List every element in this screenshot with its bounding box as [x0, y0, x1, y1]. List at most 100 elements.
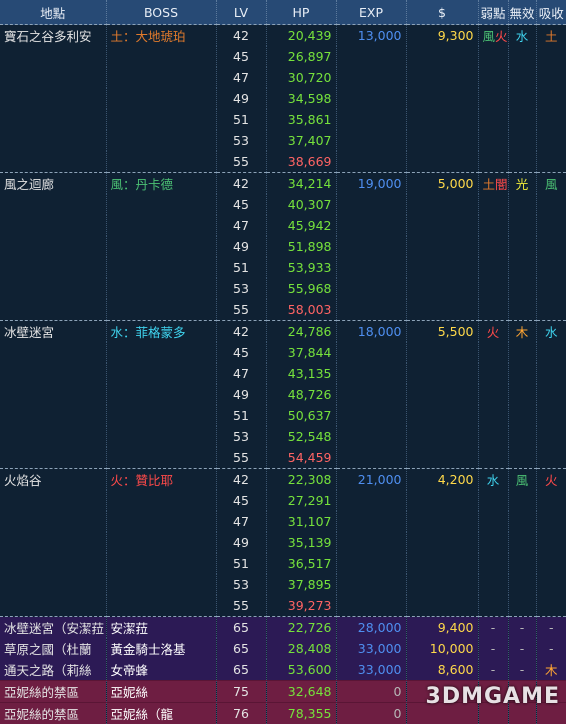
location-cell [0, 553, 106, 574]
level-cell: 42 [216, 25, 266, 47]
nullify-cell: 木 [508, 321, 536, 343]
boss-table: 地點 BOSS LV HP EXP $ 弱點 無效 吸收 寶石之谷多利安土：大地… [0, 0, 566, 724]
weakness-cell: - [478, 617, 508, 639]
absorb-cell [536, 151, 566, 173]
col-header-nullify: 無效 [508, 0, 536, 25]
level-cell: 51 [216, 109, 266, 130]
hp-cell: 26,897 [266, 46, 336, 67]
gold-cell: 9,300 [406, 25, 478, 47]
boss-cell [106, 257, 216, 278]
nullify-cell [508, 553, 536, 574]
level-cell: 49 [216, 532, 266, 553]
boss-cell: 水：菲格蒙多 [106, 321, 216, 343]
table-row: 5136,517 [0, 553, 566, 574]
weakness-cell [478, 511, 508, 532]
location-cell [0, 67, 106, 88]
weakness-cell [478, 130, 508, 151]
exp-cell [336, 46, 406, 67]
boss-cell: 風：丹卡德 [106, 173, 216, 195]
absorb-cell: 火 [536, 469, 566, 491]
col-header-level: LV [216, 0, 266, 25]
weakness-cell [478, 574, 508, 595]
boss-cell [106, 532, 216, 553]
location-cell [0, 88, 106, 109]
level-cell: 65 [216, 659, 266, 681]
table-row: 5539,273 [0, 595, 566, 617]
boss-cell: 亞妮絲 [106, 681, 216, 703]
location-cell [0, 405, 106, 426]
boss-cell [106, 426, 216, 447]
table-row: 5337,407 [0, 130, 566, 151]
table-row: 5135,861 [0, 109, 566, 130]
gold-cell [406, 67, 478, 88]
level-cell: 53 [216, 426, 266, 447]
location-cell [0, 236, 106, 257]
location-cell [0, 426, 106, 447]
location-cell [0, 511, 106, 532]
table-row: 冰壁迷宮（安潔菈安潔菈6522,72628,0009,400--- [0, 617, 566, 639]
boss-cell [106, 109, 216, 130]
nullify-cell: - [508, 659, 536, 681]
location-cell [0, 363, 106, 384]
level-cell: 49 [216, 236, 266, 257]
level-cell: 47 [216, 363, 266, 384]
exp-cell [336, 236, 406, 257]
boss-cell [106, 130, 216, 151]
weakness-cell: 土闇 [478, 173, 508, 195]
boss-cell [106, 574, 216, 595]
exp-cell [336, 574, 406, 595]
boss-cell: 土：大地琥珀 [106, 25, 216, 47]
exp-cell [336, 363, 406, 384]
exp-cell [336, 109, 406, 130]
weakness-cell [478, 67, 508, 88]
hp-cell: 35,139 [266, 532, 336, 553]
nullify-cell [508, 215, 536, 236]
hp-cell: 31,107 [266, 511, 336, 532]
absorb-cell: - [536, 638, 566, 659]
absorb-cell [536, 405, 566, 426]
weakness-cell: 火 [478, 321, 508, 343]
weakness-element: 火 [487, 325, 500, 340]
level-cell: 75 [216, 681, 266, 703]
location-cell [0, 447, 106, 469]
boss-cell [106, 384, 216, 405]
exp-cell [336, 130, 406, 151]
exp-cell: 21,000 [336, 469, 406, 491]
boss-cell [106, 215, 216, 236]
absorb-cell [536, 88, 566, 109]
boss-cell [106, 553, 216, 574]
absorb-cell [536, 384, 566, 405]
location-cell [0, 574, 106, 595]
hp-cell: 78,355 [266, 703, 336, 724]
weakness-cell [478, 299, 508, 321]
nullify-cell: 水 [508, 25, 536, 47]
gold-cell: 5,500 [406, 321, 478, 343]
level-cell: 53 [216, 130, 266, 151]
boss-cell: 女帝蜂 [106, 659, 216, 681]
weakness-cell: - [478, 659, 508, 681]
exp-cell: 18,000 [336, 321, 406, 343]
nullify-cell [508, 595, 536, 617]
boss-cell [106, 447, 216, 469]
level-cell: 49 [216, 88, 266, 109]
nullify-cell [508, 236, 536, 257]
absorb-cell: 木 [536, 659, 566, 681]
col-header-gold: $ [406, 0, 478, 25]
weakness-cell: 風火 [478, 25, 508, 47]
exp-cell: 33,000 [336, 638, 406, 659]
table-row: 5554,459 [0, 447, 566, 469]
hp-cell: 53,600 [266, 659, 336, 681]
boss-cell [106, 46, 216, 67]
table-row: 5150,637 [0, 405, 566, 426]
table-row: 火焰谷火：贊比耶4222,30821,0004,200水風火 [0, 469, 566, 491]
hp-cell: 35,861 [266, 109, 336, 130]
gold-cell [406, 215, 478, 236]
exp-cell [336, 553, 406, 574]
exp-cell: 0 [336, 681, 406, 703]
nullify-cell [508, 342, 536, 363]
boss-cell [106, 278, 216, 299]
hp-cell: 37,407 [266, 130, 336, 151]
table-row: 5558,003 [0, 299, 566, 321]
gold-cell [406, 426, 478, 447]
col-header-weakness: 弱點 [478, 0, 508, 25]
